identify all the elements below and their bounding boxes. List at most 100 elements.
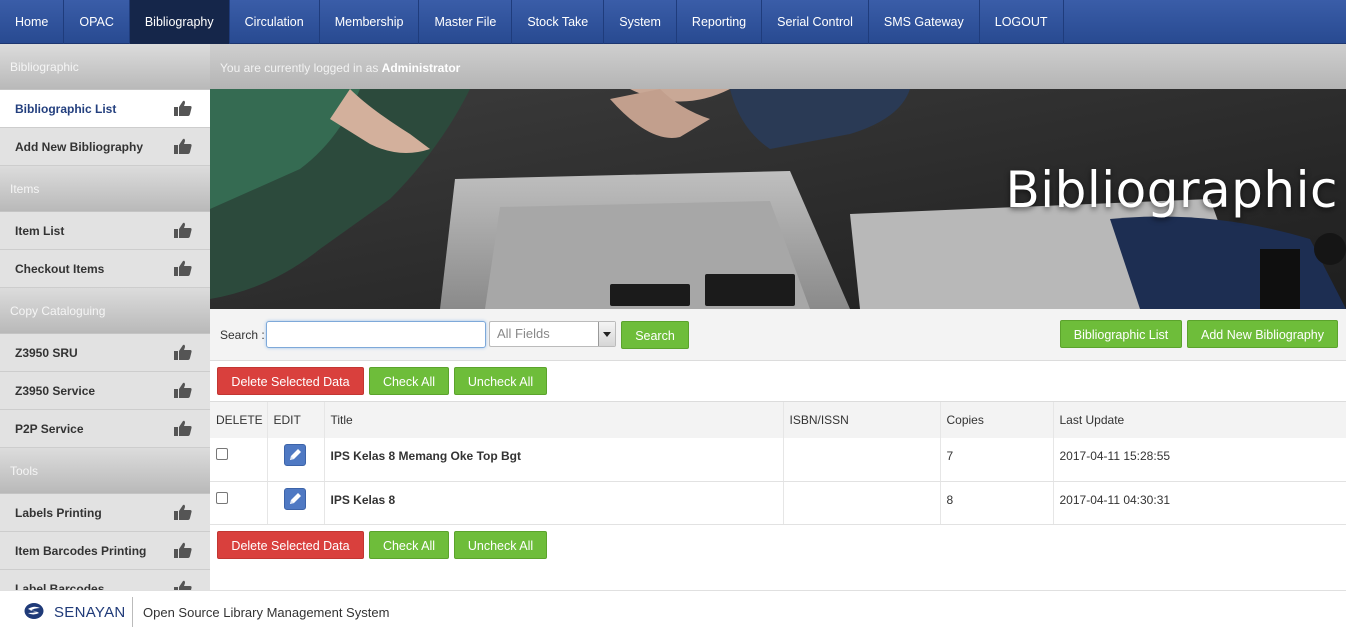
edit-cell xyxy=(267,481,325,525)
nav-reporting[interactable]: Reporting xyxy=(677,0,763,44)
bibliographic-list-button[interactable]: Bibliographic List xyxy=(1060,320,1182,348)
sidebar-item-label-barcodes[interactable]: Label Barcodes xyxy=(0,570,210,590)
delete-selected-button[interactable]: Delete Selected Data xyxy=(217,367,364,395)
search-input[interactable] xyxy=(266,321,486,348)
thumbs-up-icon xyxy=(174,420,192,436)
bibliography-table: DELETE EDIT Title ISBN/ISSN Copies Last … xyxy=(210,402,1346,525)
sidebar-item-bibliographic-list[interactable]: Bibliographic List xyxy=(0,90,210,128)
nav-home[interactable]: Home xyxy=(0,0,65,44)
action-bar-bottom: Delete Selected Data Check All Uncheck A… xyxy=(210,525,1346,565)
footer-brand: SENAYAN xyxy=(54,604,126,621)
column-header-title[interactable]: Title xyxy=(324,402,784,438)
pencil-icon xyxy=(289,449,301,460)
nav-membership[interactable]: Membership xyxy=(320,0,420,44)
isbn-cell xyxy=(783,438,941,482)
sidebar-header-bibliographic: Bibliographic xyxy=(0,44,210,90)
search-bar: Search : All Fields Search Bibliographic… xyxy=(210,309,1346,361)
thumbs-up-icon xyxy=(174,222,192,238)
nav-opac[interactable]: OPAC xyxy=(64,0,130,44)
nav-logout[interactable]: LOGOUT xyxy=(980,0,1064,44)
copies-cell: 7 xyxy=(940,438,1054,482)
sidebar-item-p2p-service[interactable]: P2P Service xyxy=(0,410,210,448)
sidebar-item-label: Item Barcodes Printing xyxy=(15,544,147,558)
sidebar-header-items: Items xyxy=(0,166,210,212)
sidebar-item-label: Checkout Items xyxy=(15,262,105,276)
thumbs-up-icon xyxy=(174,100,192,116)
sidebar-item-labels-printing[interactable]: Labels Printing xyxy=(0,494,210,532)
thumbs-up-icon xyxy=(174,138,192,154)
title-cell[interactable]: IPS Kelas 8 Memang Oke Top Bgt xyxy=(324,438,784,482)
sidebar-item-label: Label Barcodes xyxy=(15,582,105,590)
chevron-down-icon xyxy=(598,322,615,346)
edit-button[interactable] xyxy=(283,444,306,466)
column-header-copies[interactable]: Copies xyxy=(940,402,1054,438)
edit-cell xyxy=(267,438,325,482)
banner-heading: Bibliographic xyxy=(1005,161,1338,219)
footer: SENAYAN Open Source Library Management S… xyxy=(0,590,1346,632)
login-status-text: You are currently logged in as xyxy=(220,61,382,75)
check-all-button[interactable]: Check All xyxy=(369,367,449,395)
table-row: IPS Kelas 8 Memang Oke Top Bgt 7 2017-04… xyxy=(210,438,1346,482)
search-label: Search : xyxy=(220,328,265,342)
add-new-bibliography-button[interactable]: Add New Bibliography xyxy=(1187,320,1338,348)
senayan-logo-icon xyxy=(24,603,44,619)
sidebar-header-copy-cataloguing: Copy Cataloguing xyxy=(0,288,210,334)
pencil-icon xyxy=(289,492,301,504)
sidebar-item-checkout-items[interactable]: Checkout Items xyxy=(0,250,210,288)
search-field-selected: All Fields xyxy=(497,326,550,341)
search-button[interactable]: Search xyxy=(621,321,689,349)
thumbs-up-icon xyxy=(174,542,192,558)
sidebar-item-add-new-bibliography[interactable]: Add New Bibliography xyxy=(0,128,210,166)
last-update-cell: 2017-04-11 04:30:31 xyxy=(1053,481,1346,525)
footer-tagline: Open Source Library Management System xyxy=(143,605,390,620)
sidebar-header-tools: Tools xyxy=(0,448,210,494)
delete-cell xyxy=(210,481,268,525)
delete-cell xyxy=(210,438,268,482)
login-status-bar: You are currently logged in as Administr… xyxy=(210,44,1346,89)
copies-cell: 8 xyxy=(940,481,1054,525)
nav-system[interactable]: System xyxy=(604,0,677,44)
page-banner: Bibliographic xyxy=(210,89,1346,309)
table-row: IPS Kelas 8 8 2017-04-11 04:30:31 xyxy=(210,481,1346,525)
search-field-select[interactable]: All Fields xyxy=(489,321,616,347)
thumbs-up-icon xyxy=(174,344,192,360)
thumbs-up-icon xyxy=(174,260,192,276)
sidebar-item-label: Labels Printing xyxy=(15,506,102,520)
column-header-delete: DELETE xyxy=(210,402,268,438)
nav-sms-gateway[interactable]: SMS Gateway xyxy=(869,0,980,44)
nav-master-file[interactable]: Master File xyxy=(419,0,513,44)
action-bar-top: Delete Selected Data Check All Uncheck A… xyxy=(210,361,1346,402)
row-delete-checkbox[interactable] xyxy=(216,491,228,504)
isbn-cell xyxy=(783,481,941,525)
sidebar-item-z3950-sru[interactable]: Z3950 SRU xyxy=(0,334,210,372)
check-all-button[interactable]: Check All xyxy=(369,530,449,559)
sidebar-item-item-list[interactable]: Item List xyxy=(0,212,210,250)
column-header-edit: EDIT xyxy=(267,402,325,438)
column-header-isbn[interactable]: ISBN/ISSN xyxy=(783,402,941,438)
sidebar-item-label: Z3950 SRU xyxy=(15,346,78,360)
uncheck-all-button[interactable]: Uncheck All xyxy=(454,530,547,559)
sidebar-item-item-barcodes-printing[interactable]: Item Barcodes Printing xyxy=(0,532,210,570)
sidebar-item-label: Add New Bibliography xyxy=(15,140,144,154)
edit-button[interactable] xyxy=(283,487,306,510)
sidebar-item-label: Z3950 Service xyxy=(15,384,96,398)
nav-serial-control[interactable]: Serial Control xyxy=(762,0,869,44)
sidebar: Bibliographic Bibliographic List Add New… xyxy=(0,44,210,590)
thumbs-up-icon xyxy=(174,580,192,590)
nav-circulation[interactable]: Circulation xyxy=(230,0,320,44)
thumbs-up-icon xyxy=(174,504,192,520)
main-content: You are currently logged in as Administr… xyxy=(210,44,1346,590)
nav-bibliography[interactable]: Bibliography xyxy=(129,0,230,44)
last-update-cell: 2017-04-11 15:28:55 xyxy=(1053,438,1346,482)
sidebar-item-z3950-service[interactable]: Z3950 Service xyxy=(0,372,210,410)
sidebar-item-label: P2P Service xyxy=(15,422,84,436)
nav-stock-take[interactable]: Stock Take xyxy=(512,0,605,44)
footer-divider xyxy=(132,597,133,627)
login-username: Administrator xyxy=(381,61,461,75)
column-header-last-update[interactable]: Last Update xyxy=(1053,402,1346,438)
uncheck-all-button[interactable]: Uncheck All xyxy=(454,367,547,395)
delete-selected-button[interactable]: Delete Selected Data xyxy=(217,530,364,559)
sidebar-item-label: Bibliographic List xyxy=(15,102,117,116)
title-cell[interactable]: IPS Kelas 8 xyxy=(324,481,784,525)
row-delete-checkbox[interactable] xyxy=(216,448,228,460)
